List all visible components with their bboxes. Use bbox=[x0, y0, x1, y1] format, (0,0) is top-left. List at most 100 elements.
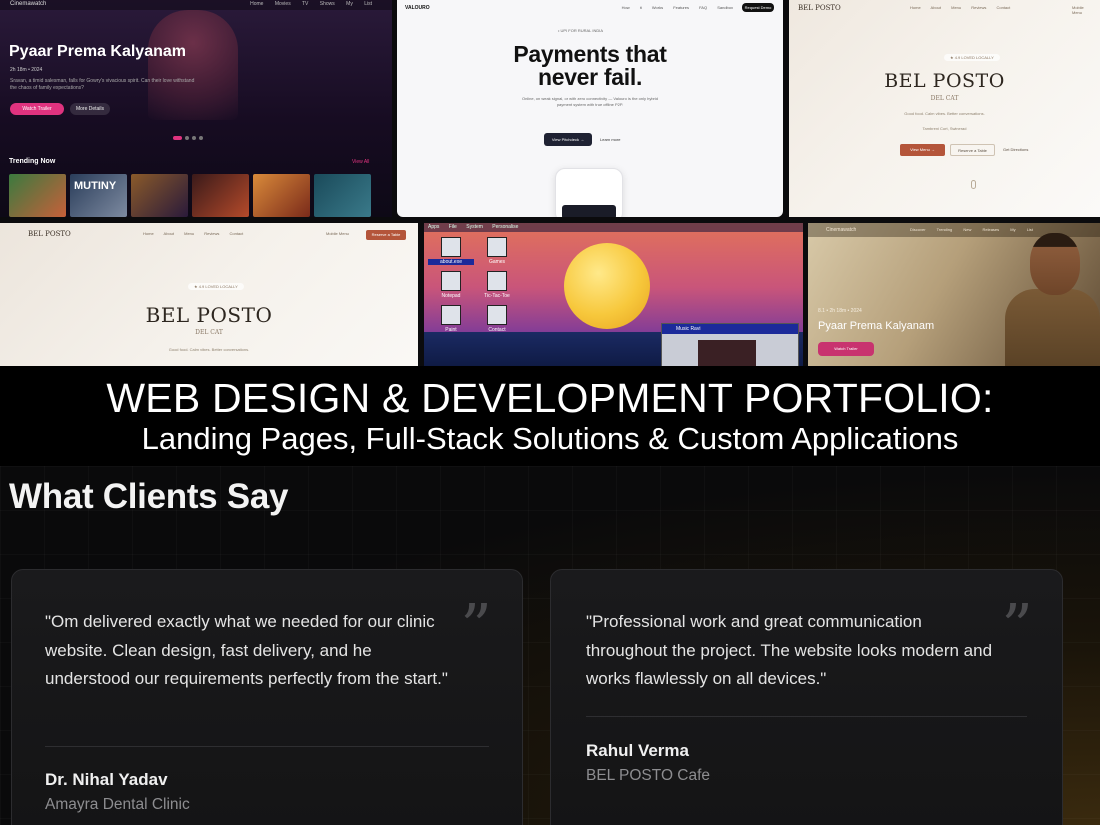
cafe-phone: Mobile Menu bbox=[1072, 5, 1084, 15]
more-details-button: More Details bbox=[70, 103, 110, 115]
app-icon bbox=[487, 305, 507, 325]
banner-title: WEB DESIGN & DEVELOPMENT PORTFOLIO: bbox=[106, 375, 994, 421]
cafe-nav: Home About Menu Reviews Contact bbox=[143, 231, 244, 236]
app-icon bbox=[487, 237, 507, 257]
view-menu-button: View Menu → bbox=[900, 144, 945, 156]
desktop-icon: Contact bbox=[474, 305, 520, 333]
desktop-icon-label: Contact bbox=[488, 327, 506, 333]
trending-thumbnail bbox=[192, 174, 249, 217]
divider bbox=[45, 746, 489, 747]
streaming-hero-meta: 2h 18m • 2024 bbox=[10, 67, 43, 73]
payments-badge: • UPI FOR RURAL INDIA bbox=[558, 28, 604, 33]
music-window-artwork bbox=[698, 340, 756, 366]
desktop-icon: about.exe bbox=[428, 237, 474, 265]
testimonial-quote: "Professional work and great communicati… bbox=[586, 612, 993, 688]
streaming-detail-screenshot: Cinemawatch Discover Trending New Releas… bbox=[808, 223, 1100, 366]
scroll-hint-icon bbox=[971, 180, 976, 189]
testimonials-section: What Clients Say ” "Om delivered exactly… bbox=[0, 466, 1100, 825]
actor-portrait bbox=[1005, 227, 1100, 366]
banner-subtitle: Landing Pages, Full-Stack Solutions & Cu… bbox=[141, 421, 959, 456]
sun-illustration bbox=[564, 243, 650, 329]
desktop-icon-label: Notepad bbox=[441, 293, 461, 299]
payments-subtext: Online, on weak signal, or with zero con… bbox=[522, 96, 658, 107]
streaming-hero-description: Sravan, a timid salesman, falls for Gowr… bbox=[10, 78, 195, 91]
desktop-icon: Notepad bbox=[428, 271, 474, 299]
streaming-detail-title: Pyaar Prema Kalyanam bbox=[818, 320, 935, 332]
cafe-established: DEL CAT bbox=[930, 95, 959, 102]
streaming-detail-meta: 8.1 • 2h 18m • 2024 bbox=[818, 308, 862, 314]
desktop-menubar: Apps File System Personalise bbox=[424, 223, 803, 232]
streaming-hero-title: Pyaar Prema Kalyanam bbox=[9, 43, 186, 60]
thumbnail-label: MUTINY bbox=[74, 180, 117, 192]
cafe-site-screenshot-right: BEL POSTO Home About Menu Reviews Contac… bbox=[789, 0, 1100, 217]
payments-headline: Payments that never fail. bbox=[513, 41, 667, 90]
payments-site-screenshot: VALOURO How it Works Features FAQ Sandbo… bbox=[397, 0, 783, 217]
cafe-tagline: Good food. Calm vibes. Better conversati… bbox=[168, 347, 250, 352]
trending-thumbnail bbox=[9, 174, 66, 217]
cafe-rating: ★ 4.9 LOVED LOCALLY bbox=[944, 54, 1000, 61]
cafe-title: BEL POSTO bbox=[884, 70, 1005, 92]
cafe-title: BEL POSTO bbox=[145, 303, 273, 327]
desktop-icons: about.exe Games Notepad Tic-Tac-Toe Paint Con… bbox=[428, 237, 520, 333]
streaming-site-screenshot: Cinemawatch Home Movies TV Shows My List… bbox=[0, 0, 392, 217]
testimonial-organization: Amayra Dental Clinic bbox=[45, 796, 190, 813]
app-icon bbox=[441, 305, 461, 325]
testimonial-card: ” "Om delivered exactly what we needed f… bbox=[11, 569, 523, 825]
cafe-established: DEL CAT bbox=[195, 329, 223, 336]
reserve-table-button: Reserve a Table bbox=[366, 230, 406, 240]
testimonial-quote: "Om delivered exactly what we needed for… bbox=[45, 612, 448, 688]
trending-thumbnail: MUTINY bbox=[70, 174, 127, 217]
hero-poster-figure bbox=[148, 10, 238, 120]
view-pitchdeck-button: View Pitchdeck → bbox=[544, 133, 592, 146]
quote-icon: ” bbox=[1001, 590, 1033, 663]
desktop-icon: Paint bbox=[428, 305, 474, 333]
cafe-tagline: Good food. Calm vibes. Better conversati… bbox=[904, 111, 985, 116]
testimonial-author: Rahul Verma bbox=[586, 741, 689, 760]
phone-mockup bbox=[555, 168, 623, 217]
get-directions-link: Get Directions bbox=[1003, 147, 1029, 152]
app-icon bbox=[441, 271, 461, 291]
testimonial-author: Dr. Nihal Yadav bbox=[45, 770, 168, 789]
retro-desktop-screenshot: Apps File System Personalise about.exe Ga… bbox=[424, 223, 803, 366]
desktop-icon-label: Tic-Tac-Toe bbox=[484, 293, 510, 299]
cafe-nav: Home About Menu Reviews Contact bbox=[910, 5, 1011, 10]
trending-thumbnail bbox=[253, 174, 310, 217]
trending-thumbnail bbox=[131, 174, 188, 217]
desktop-icon-label: Games bbox=[488, 259, 506, 265]
request-demo-button: Request Demo bbox=[742, 3, 774, 12]
cafe-site-screenshot-left: BEL POSTO Home About Menu Reviews Contac… bbox=[0, 223, 418, 366]
portfolio-banner: WEB DESIGN & DEVELOPMENT PORTFOLIO: Land… bbox=[0, 366, 1100, 466]
cafe-brand: BEL POSTO bbox=[798, 4, 841, 12]
payments-nav: How it Works Features FAQ Sandbox bbox=[621, 5, 733, 10]
desktop-icon-label: Paint bbox=[445, 327, 457, 333]
learn-more-link: Learn more bbox=[600, 137, 621, 142]
streaming-brand: Cinemawatch bbox=[826, 227, 857, 233]
watch-trailer-button: Watch Trailer bbox=[818, 342, 874, 356]
cafe-address: Tambreni Cort, Swinerad bbox=[922, 126, 967, 131]
desktop-icon-label: about.exe bbox=[428, 259, 474, 265]
trending-heading: Trending Now bbox=[9, 158, 56, 165]
watch-trailer-button: Watch Trailer bbox=[10, 103, 64, 115]
streaming-nav: Home Movies TV Shows My List bbox=[250, 1, 372, 7]
trending-thumbnails: MUTINY bbox=[9, 174, 371, 217]
portfolio-collage: Cinemawatch Home Movies TV Shows My List… bbox=[0, 0, 1100, 366]
trending-thumbnail bbox=[314, 174, 371, 217]
testimonial-organization: BEL POSTO Cafe bbox=[586, 767, 711, 784]
quote-icon: ” bbox=[460, 590, 492, 663]
app-icon bbox=[487, 271, 507, 291]
cafe-rating: ★ 4.9 LOVED LOCALLY bbox=[188, 283, 244, 290]
desktop-icon: Games bbox=[474, 237, 520, 265]
desktop-icon: Tic-Tac-Toe bbox=[474, 271, 520, 299]
testimonial-card: ” "Professional work and great communica… bbox=[550, 569, 1063, 825]
payments-brand: VALOURO bbox=[405, 5, 430, 11]
reserve-table-button: Reserve a Table bbox=[950, 144, 995, 156]
divider bbox=[586, 716, 1027, 717]
cafe-phone: Mobile Menu bbox=[326, 231, 349, 236]
streaming-brand: Cinemawatch bbox=[10, 1, 47, 7]
section-title: What Clients Say bbox=[9, 477, 289, 516]
cafe-brand: BEL POSTO bbox=[28, 230, 71, 238]
app-icon bbox=[441, 237, 461, 257]
view-all-link: View All bbox=[352, 159, 370, 165]
carousel-dots bbox=[173, 136, 203, 140]
music-window: Music Ravi bbox=[661, 323, 799, 366]
